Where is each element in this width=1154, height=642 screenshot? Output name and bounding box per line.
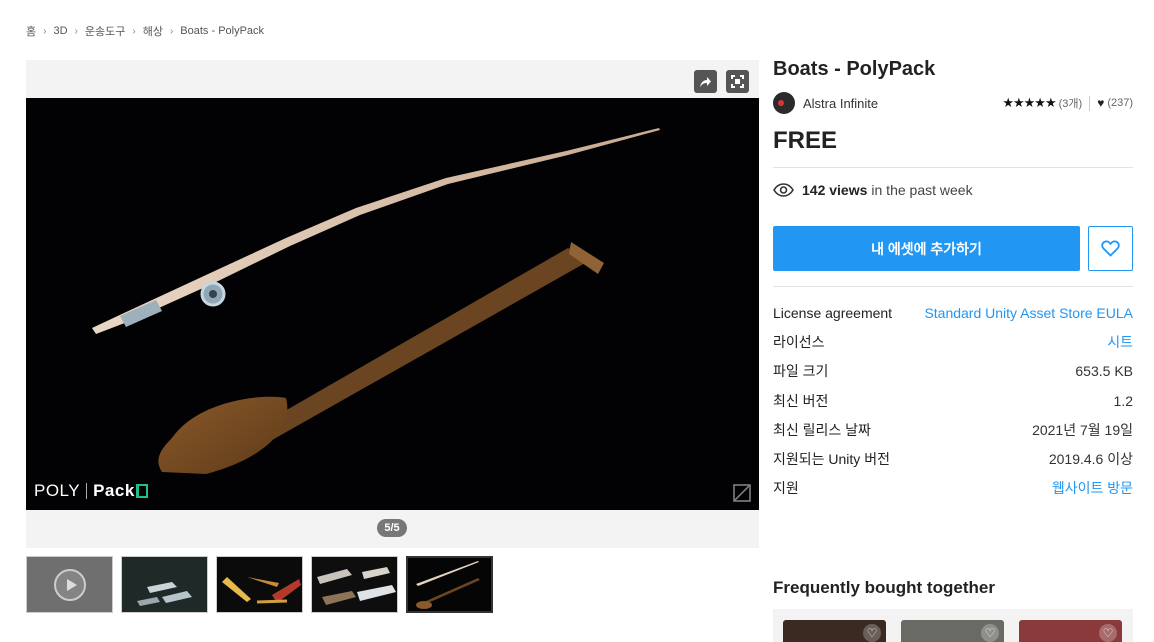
- detail-row-latest-version: 최신 버전 1.2: [773, 392, 1133, 409]
- breadcrumb-3d[interactable]: 3D: [53, 25, 67, 37]
- no-preview-icon: [733, 484, 751, 502]
- license-type-link[interactable]: 시트: [1107, 332, 1133, 352]
- favorites-count: (237): [1107, 97, 1133, 109]
- breadcrumb-home[interactable]: 홈: [26, 23, 36, 39]
- thumbnail-boat-set[interactable]: [311, 556, 398, 613]
- heart-icon: ♥: [1097, 96, 1105, 110]
- frequently-bought-list: ♡ ♡ ♡: [773, 609, 1133, 642]
- publisher-name: Alstra Infinite: [803, 95, 879, 111]
- thumbnail-kayaks[interactable]: [216, 556, 303, 613]
- thumbnail-boats[interactable]: [121, 556, 208, 613]
- fullscreen-icon: [731, 75, 744, 88]
- media-viewer: POLY Pack 5/5: [26, 60, 759, 548]
- eye-icon: [773, 183, 794, 197]
- fbt-card[interactable]: ♡: [783, 620, 886, 642]
- chevron-right-icon: ›: [43, 25, 47, 37]
- visit-website-link[interactable]: 웹사이트 방문: [1052, 478, 1133, 498]
- breadcrumb-vehicles[interactable]: 운송도구: [85, 23, 125, 39]
- chevron-right-icon: ›: [74, 25, 78, 37]
- detail-row-license-agreement: License agreement Standard Unity Asset S…: [773, 304, 1133, 321]
- detail-row-release-date: 최신 릴리스 날짜 2021년 7월 19일: [773, 421, 1133, 438]
- thumbnail-strip: [26, 556, 493, 613]
- wishlist-button[interactable]: [1088, 226, 1133, 271]
- views-count: 142 views: [802, 182, 868, 198]
- chevron-right-icon: ›: [132, 25, 136, 37]
- heart-outline-icon[interactable]: ♡: [981, 624, 999, 642]
- rating-count: (3개): [1058, 98, 1083, 110]
- share-button[interactable]: [694, 70, 717, 93]
- thumbnail-video[interactable]: [26, 556, 113, 613]
- product-panel: Boats - PolyPack Alstra Infinite ★★★★★ (…: [773, 58, 1133, 503]
- views-stat: 142 views in the past week: [773, 182, 1133, 198]
- publisher-link[interactable]: Alstra Infinite: [773, 92, 878, 114]
- polypack-logo: POLY Pack: [34, 481, 148, 501]
- license-agreement-link[interactable]: Standard Unity Asset Store EULA: [924, 305, 1133, 321]
- fbt-card[interactable]: ♡: [901, 620, 1004, 642]
- fishing-rod-and-paddle-render: [92, 128, 660, 474]
- chevron-right-icon: ›: [169, 25, 174, 37]
- fbt-card[interactable]: ♡: [1019, 620, 1122, 642]
- heart-outline-icon[interactable]: ♡: [863, 624, 881, 642]
- add-to-my-assets-button[interactable]: 내 에셋에 추가하기: [773, 226, 1080, 271]
- detail-row-file-size: 파일 크기 653.5 KB: [773, 363, 1133, 380]
- fullscreen-button[interactable]: [726, 70, 749, 93]
- publisher-avatar: [773, 92, 795, 114]
- share-icon: [700, 76, 711, 87]
- breadcrumb-current: Boats - PolyPack: [180, 25, 265, 37]
- frequently-bought-heading: Frequently bought together: [773, 578, 995, 597]
- rating-summary[interactable]: ★★★★★ (3개) ♥ (237): [1002, 95, 1133, 111]
- price: FREE: [773, 127, 1133, 168]
- breadcrumb-sea[interactable]: 해상: [143, 23, 163, 39]
- breadcrumb: 홈 › 3D › 운송도구 › 해상 › Boats - PolyPack: [26, 23, 264, 39]
- preview-image[interactable]: POLY Pack: [26, 98, 759, 510]
- details-table: License agreement Standard Unity Asset S…: [773, 298, 1133, 503]
- thumbnail-rod-paddle[interactable]: [406, 556, 493, 613]
- detail-row-support: 지원 웹사이트 방문: [773, 478, 1133, 498]
- image-pager: 5/5: [377, 519, 407, 537]
- detail-row-unity-version: 지원되는 Unity 버전 2019.4.6 이상: [773, 451, 1133, 468]
- heart-outline-icon[interactable]: ♡: [1099, 624, 1117, 642]
- heart-outline-icon: [1101, 240, 1120, 257]
- product-title: Boats - PolyPack: [773, 58, 936, 80]
- play-icon: [54, 569, 86, 601]
- star-rating-icon: ★★★★★: [1002, 95, 1056, 110]
- detail-row-license: 라이선스 시트: [773, 332, 1133, 352]
- views-suffix: in the past week: [871, 182, 973, 198]
